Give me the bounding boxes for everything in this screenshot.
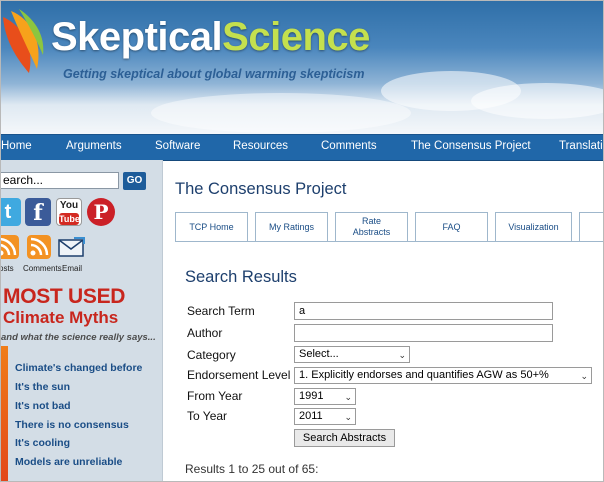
email-feed-label: Email <box>62 264 83 273</box>
page-title: The Consensus Project <box>175 180 347 198</box>
comments-feed-label: Comments <box>23 264 62 273</box>
search-abstracts-button[interactable]: Search Abstracts <box>294 429 395 447</box>
facebook-icon-glyph: f <box>33 200 43 226</box>
sidebar-search-input[interactable]: earch... <box>1 172 119 189</box>
site-title[interactable]: SkepticalScience <box>51 17 370 57</box>
site-logo-icon[interactable] <box>1 7 45 77</box>
nav-consensus-project[interactable]: The Consensus Project <box>411 140 531 152</box>
chevron-down-icon: ⌄ <box>580 371 588 381</box>
to-year-label: To Year <box>187 409 228 423</box>
nav-arguments[interactable]: Arguments <box>66 140 122 152</box>
myth-link[interactable]: There is no consensus <box>15 419 129 431</box>
main-content: The Consensus Project TCP Home My Rating… <box>163 160 603 481</box>
nav-comments[interactable]: Comments <box>321 140 377 152</box>
posts-feed-label: osts <box>0 264 14 273</box>
nav-home[interactable]: Home <box>1 140 32 152</box>
search-go-button[interactable]: GO <box>123 172 146 190</box>
from-year-label: From Year <box>187 389 243 403</box>
author-label: Author <box>187 326 223 340</box>
thermometer-graphic <box>1 346 8 481</box>
pinterest-icon-glyph: P <box>93 200 109 224</box>
email-icon[interactable] <box>58 235 86 259</box>
tab-rate-abstracts[interactable]: Rate Abstracts <box>335 212 408 241</box>
myth-link[interactable]: Climate's changed before <box>15 362 142 374</box>
myths-tagline: and what the science really says... <box>1 332 156 343</box>
site-title-part1: Skeptical <box>51 15 223 59</box>
myth-link[interactable]: It's not bad <box>15 400 71 412</box>
myth-link[interactable]: It's the sun <box>15 381 70 393</box>
site-title-part2: Science <box>222 15 370 59</box>
main-nav: Home Arguments Software Resources Commen… <box>1 134 603 161</box>
endorsement-level-value: 1. Explicitly endorses and quantifies AG… <box>299 369 549 381</box>
myths-title: MOST USED <box>3 285 126 308</box>
youtube-icon-bottom: Tube <box>59 213 80 225</box>
youtube-icon-top: You <box>59 200 79 211</box>
to-year-select[interactable]: 2011 ⌄ <box>294 408 356 425</box>
tab-visualization[interactable]: Visualization <box>495 212 572 241</box>
nav-software[interactable]: Software <box>155 140 200 152</box>
tab-tcp-home[interactable]: TCP Home <box>175 212 248 241</box>
chevron-down-icon: ⌄ <box>344 412 352 422</box>
to-year-value: 2011 <box>299 410 323 422</box>
tab-my-ratings[interactable]: My Ratings <box>255 212 328 241</box>
tabs-divider <box>175 241 603 242</box>
myths-subtitle: Climate Myths <box>3 308 119 327</box>
pinterest-icon[interactable]: P <box>87 198 115 226</box>
comments-rss-icon[interactable] <box>27 235 51 259</box>
tab-extra[interactable] <box>579 212 603 241</box>
myth-link[interactable]: Models are unreliable <box>15 456 122 468</box>
section-title: Search Results <box>185 268 297 286</box>
category-label: Category <box>187 348 236 362</box>
twitter-icon-glyph: t <box>4 201 12 223</box>
endorsement-level-select[interactable]: 1. Explicitly endorses and quantifies AG… <box>294 367 592 384</box>
endorsement-level-label: Endorsement Level <box>187 368 291 382</box>
site-header: SkepticalScience Getting skeptical about… <box>1 1 603 134</box>
posts-rss-icon[interactable] <box>0 235 19 259</box>
youtube-icon[interactable]: You Tube <box>56 198 82 226</box>
nav-resources[interactable]: Resources <box>233 140 288 152</box>
browser-frame: SkepticalScience Getting skeptical about… <box>0 0 604 482</box>
myth-link[interactable]: It's cooling <box>15 437 70 449</box>
tab-faq[interactable]: FAQ <box>415 212 488 241</box>
nav-translations[interactable]: Translati <box>559 140 603 152</box>
chevron-down-icon: ⌄ <box>398 350 406 360</box>
twitter-icon[interactable]: t <box>1 198 21 226</box>
from-year-value: 1991 <box>299 390 324 402</box>
facebook-icon[interactable]: f <box>25 198 51 226</box>
category-select[interactable]: Select... ⌄ <box>294 346 410 363</box>
sidebar: earch... GO t f You Tube P osts Comments… <box>0 160 163 481</box>
results-count: Results 1 to 25 out of 65: <box>185 462 319 476</box>
author-input[interactable] <box>294 324 553 342</box>
chevron-down-icon: ⌄ <box>344 392 352 402</box>
category-select-value: Select... <box>299 348 339 360</box>
from-year-select[interactable]: 1991 ⌄ <box>294 388 356 405</box>
search-term-label: Search Term <box>187 304 255 318</box>
site-tagline: Getting skeptical about global warming s… <box>63 67 365 81</box>
search-term-input[interactable]: a <box>294 302 553 320</box>
